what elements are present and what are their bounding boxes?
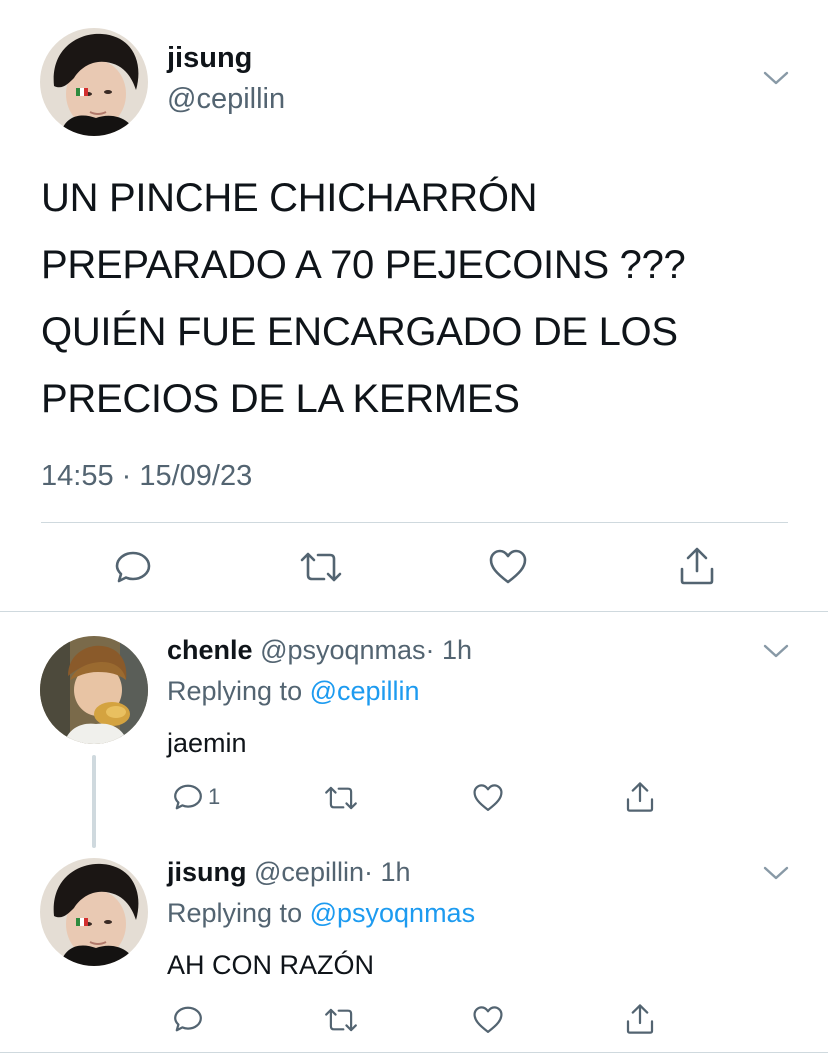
reply-button[interactable]: 1 xyxy=(172,781,220,813)
divider xyxy=(0,611,828,612)
share-icon xyxy=(680,547,714,585)
like-icon xyxy=(473,1006,503,1033)
main-tweet-line-1: UN PINCHE CHICHARRÓN xyxy=(41,176,538,220)
thread-connector xyxy=(92,755,96,848)
share-button[interactable] xyxy=(677,545,717,587)
retweet-icon xyxy=(300,552,342,582)
divider xyxy=(41,522,788,523)
reply-2-mention-link[interactable]: @psyoqnmas xyxy=(310,898,475,928)
main-display-name[interactable]: jisung xyxy=(167,42,252,75)
retweet-icon xyxy=(325,786,357,810)
replying-to-label: Replying to xyxy=(167,898,310,928)
share-icon xyxy=(626,782,654,812)
like-icon xyxy=(489,549,527,584)
like-button[interactable] xyxy=(472,783,504,813)
reply-2-handle[interactable]: @cepillin xyxy=(254,857,364,887)
reply-1-mention-link[interactable]: @cepillin xyxy=(310,676,420,706)
reply-icon xyxy=(115,551,151,583)
chevron-down-icon[interactable] xyxy=(762,863,790,883)
main-avatar[interactable] xyxy=(40,28,148,136)
reply-button[interactable] xyxy=(172,1003,204,1035)
retweet-button[interactable] xyxy=(298,549,344,585)
reply-2-time[interactable]: · 1h xyxy=(364,857,411,887)
divider xyxy=(0,1052,828,1053)
retweet-button[interactable] xyxy=(323,784,359,812)
main-tweet-line-2: PREPARADO A 70 PEJECOINS ??? xyxy=(41,243,686,287)
chevron-down-icon[interactable] xyxy=(762,641,790,661)
reply-2-replying-to: Replying to @psyoqnmas xyxy=(167,898,475,929)
main-tweet-line-3: QUIÉN FUE ENCARGADO DE LOS xyxy=(41,310,678,354)
chevron-down-icon[interactable] xyxy=(762,68,790,88)
reply-1-replying-to: Replying to @cepillin xyxy=(167,676,420,707)
reply-1-avatar[interactable] xyxy=(40,636,148,744)
main-tweet-line-4: PRECIOS DE LA KERMES xyxy=(41,377,520,421)
reply-2-text: AH CON RAZÓN xyxy=(167,950,375,980)
reply-count: 1 xyxy=(208,784,221,809)
reply-1-handle[interactable]: @psyoqnmas xyxy=(260,635,425,665)
reply-1-text: jaemin xyxy=(167,728,247,758)
main-tweet-text: UN PINCHE CHICHARRÓN PREPARADO A 70 PEJE… xyxy=(41,165,801,433)
like-button[interactable] xyxy=(488,548,528,586)
share-icon xyxy=(626,1004,654,1034)
reply-2-header: jisung @cepillin· 1h xyxy=(167,857,411,888)
retweet-icon xyxy=(325,1008,357,1032)
reply-1-display-name[interactable]: chenle xyxy=(167,635,253,665)
reply-icon xyxy=(174,784,202,810)
reply-1-header: chenle @psyoqnmas· 1h xyxy=(167,635,472,666)
share-button[interactable] xyxy=(624,780,656,814)
reply-icon xyxy=(174,1006,202,1032)
replying-to-label: Replying to xyxy=(167,676,310,706)
reply-button[interactable] xyxy=(113,547,153,587)
reply-1-time[interactable]: · 1h xyxy=(426,635,473,665)
reply-2-avatar[interactable] xyxy=(40,858,148,966)
main-handle[interactable]: @cepillin xyxy=(167,83,285,116)
main-timestamp[interactable]: 14:55 · 15/09/23 xyxy=(41,460,252,493)
like-icon xyxy=(473,784,503,811)
like-button[interactable] xyxy=(472,1005,504,1035)
reply-2-display-name[interactable]: jisung xyxy=(167,857,247,887)
share-button[interactable] xyxy=(624,1002,656,1036)
retweet-button[interactable] xyxy=(323,1006,359,1034)
